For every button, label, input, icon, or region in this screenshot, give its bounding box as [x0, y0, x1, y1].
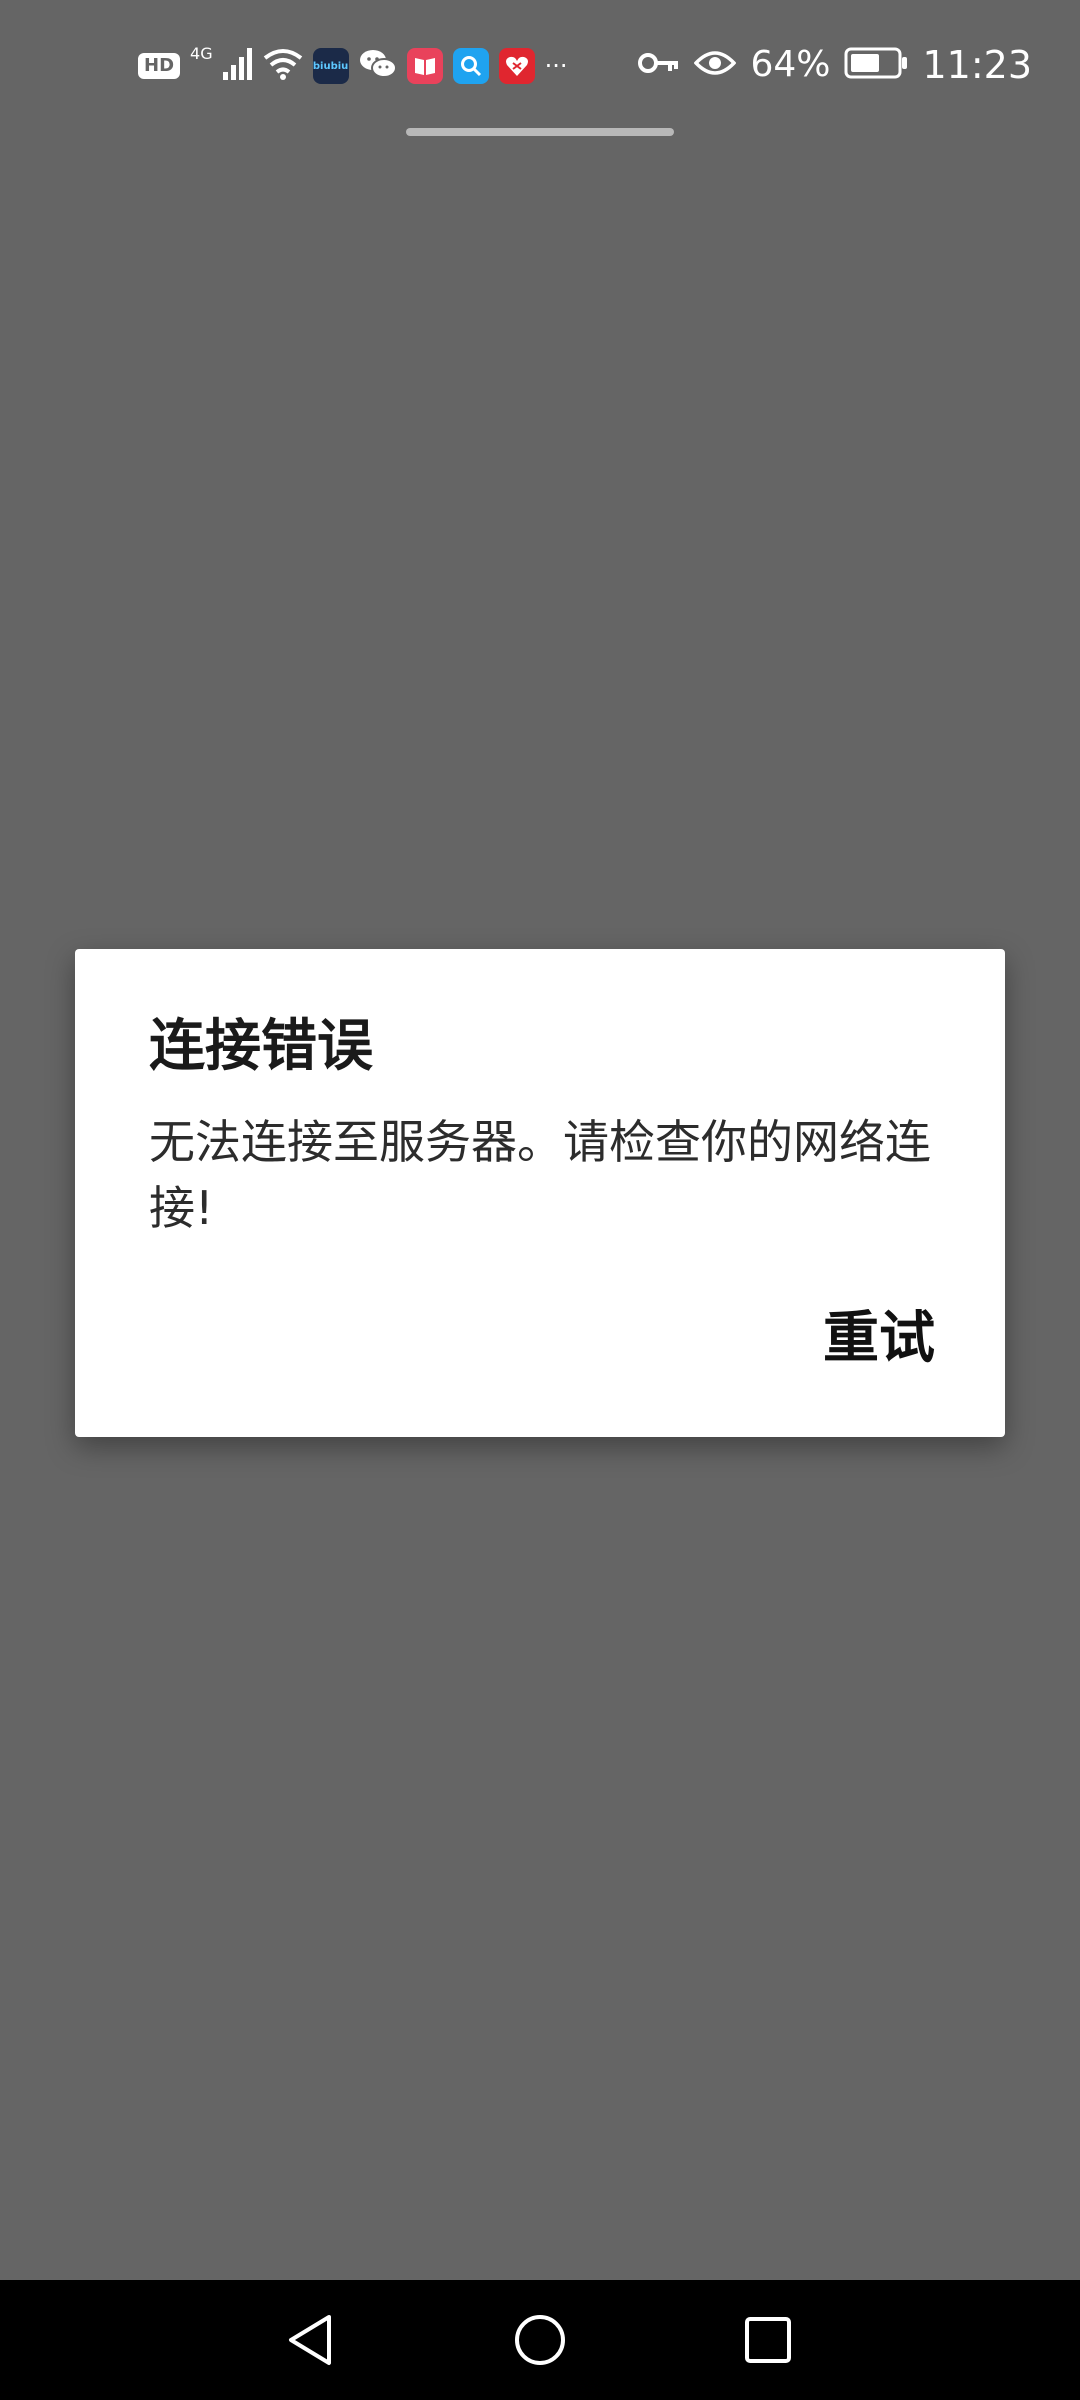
home-button[interactable] — [500, 2300, 580, 2380]
navigation-bar — [0, 2280, 1080, 2400]
key-icon — [638, 51, 680, 79]
network-type-label: 4G — [190, 44, 213, 63]
battery-percent: 64% — [750, 44, 831, 85]
heart-app-icon — [498, 48, 535, 84]
drag-handle[interactable] — [406, 128, 674, 136]
recents-button[interactable] — [728, 2300, 808, 2380]
recents-icon — [745, 2317, 791, 2363]
biubiu-app-label: biubiu — [312, 60, 349, 72]
retry-button[interactable]: 重试 — [823, 1305, 935, 1372]
battery-icon — [844, 47, 908, 83]
biubiu-app-icon: biubiu — [312, 48, 349, 84]
connection-error-dialog: 连接错误 无法连接至服务器。请检查你的网络连接! 重试 — [75, 949, 1005, 1437]
status-right-group: 64% 11:23 — [638, 40, 1032, 90]
back-button[interactable] — [270, 2300, 350, 2380]
eye-icon — [694, 49, 737, 81]
home-icon — [515, 2315, 565, 2365]
status-left-group: HD 4G biubiu ··· — [138, 44, 567, 88]
search-app-icon — [452, 48, 489, 84]
clock: 11:23 — [922, 43, 1032, 87]
status-bar: HD 4G biubiu ··· 64% 11:23 — [0, 0, 1080, 130]
back-icon — [289, 2315, 331, 2365]
dialog-message: 无法连接至服务器。请检查你的网络连接! — [149, 1115, 931, 1235]
book-app-icon — [406, 48, 443, 84]
wechat-icon — [359, 48, 397, 84]
hd-badge: HD — [138, 53, 181, 79]
cellular-signal-icon — [222, 48, 253, 84]
more-notifications-icon: ··· — [544, 52, 568, 80]
wifi-icon — [263, 48, 303, 84]
dialog-title: 连接错误 — [149, 1014, 373, 1079]
